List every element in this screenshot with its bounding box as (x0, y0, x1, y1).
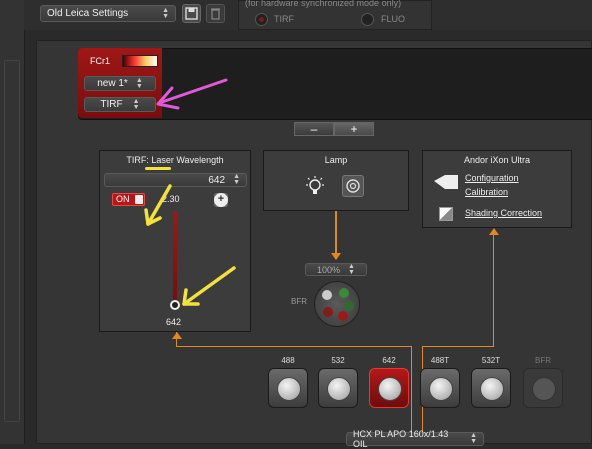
filter-label: BFR (535, 356, 551, 365)
preset-dropdown[interactable]: new 1* ▲ ▼ (84, 76, 156, 91)
configuration-link[interactable]: Configuration (465, 173, 519, 183)
side-panel-edge (4, 60, 20, 422)
up-arrowhead-icon (172, 332, 182, 339)
turret-slot-red (323, 307, 333, 317)
yellow-annotation-arrow-top (144, 184, 172, 226)
filter-label: 488T (430, 356, 450, 365)
filter-button[interactable] (420, 368, 460, 408)
lamp-panel: Lamp (263, 150, 409, 211)
calibration-link[interactable]: Calibration (465, 187, 508, 197)
filter-button[interactable] (471, 368, 511, 408)
fluo-radio[interactable] (361, 13, 374, 26)
wavelength-value: 642 (208, 174, 226, 186)
preset-value: new 1* (97, 78, 128, 89)
yellow-underline (145, 167, 171, 170)
mode-dropdown[interactable]: TIRF ▲ ▼ (84, 97, 156, 112)
camera-connector-horizontal (422, 346, 494, 347)
sync-mode-panel: (for hardware synchronized mode only) TI… (238, 0, 432, 30)
floppy-disk-icon (185, 7, 198, 20)
minus-button[interactable]: – (294, 122, 334, 136)
filter-button[interactable] (369, 368, 409, 408)
filter-cube-icon (378, 377, 402, 401)
tirf-radio[interactable] (255, 13, 268, 26)
fcr-name: FCr1 (90, 56, 110, 66)
pink-annotation-arrow (156, 78, 228, 110)
filter-label: 488 (281, 356, 295, 365)
updown-arrow-icon: ▲ ▼ (132, 97, 140, 111)
tirf-radio-label: TIRF (274, 14, 294, 24)
intensity-value: 100% (317, 264, 341, 275)
turret-slot-green (339, 288, 349, 298)
up-arrowhead-icon (489, 228, 499, 235)
filter-cube-icon (429, 377, 453, 401)
add-button[interactable]: + (214, 193, 228, 207)
updown-arrow-icon: ▲ ▼ (162, 6, 169, 20)
tirf-panel-title: TIRF: Laser Wavelength (126, 155, 224, 165)
camera-panel: Andor iXon Ultra Configuration Calibrati… (422, 150, 572, 228)
filter-turret[interactable] (314, 281, 360, 327)
turret-slot-green-2 (344, 301, 354, 311)
delete-button[interactable] (206, 4, 225, 23)
settings-dropdown-value: Old Leica Settings (47, 8, 129, 19)
zoom-controls: – + (294, 122, 376, 136)
filter-button[interactable] (318, 368, 358, 408)
radio-dot (259, 17, 264, 22)
updown-arrow-icon: ▲ ▼ (470, 432, 477, 445)
turret-slot-red-2 (338, 311, 348, 321)
shading-correction-link[interactable]: Shading Correction (465, 208, 542, 218)
slider-label: 642 (166, 317, 182, 327)
settings-dropdown[interactable]: Old Leica Settings ▲ ▼ (40, 5, 176, 22)
updown-arrow-icon: ▲ ▼ (135, 76, 143, 90)
light-bulb-icon[interactable] (304, 175, 326, 199)
shading-icon (439, 207, 453, 221)
filter-button[interactable] (268, 368, 308, 408)
tirf-connector-line (176, 346, 412, 347)
turret-label: BFR (291, 297, 307, 306)
down-arrowhead-icon (331, 253, 341, 260)
filter-label: 642 (382, 356, 396, 365)
sync-note: (for hardware synchronized mode only) (245, 0, 402, 8)
filter-cube-icon (480, 377, 504, 401)
filter-label: 532 (331, 356, 345, 365)
updown-arrow-icon: ▲ ▼ (348, 262, 355, 276)
save-button[interactable] (182, 4, 201, 23)
objective-value: HCX PL APO 160x/1.43 OIL (353, 429, 449, 449)
camera-icon (434, 175, 458, 189)
on-label: ON (116, 194, 130, 204)
camera-title: Andor iXon Ultra (463, 155, 531, 165)
intensity-dropdown[interactable]: 100% ▲ ▼ (305, 263, 367, 276)
lamp-title: Lamp (324, 155, 348, 165)
filter-cube-icon (327, 377, 351, 401)
left-side-strip (0, 0, 25, 444)
filter-cube-icon (277, 377, 301, 401)
filter-button[interactable] (523, 368, 563, 408)
turret-slot-white (322, 290, 332, 300)
filter-cube-icon (532, 377, 556, 401)
fluo-radio-label: FLUO (381, 14, 406, 24)
mode-value: TIRF (100, 99, 123, 110)
plus-button[interactable]: + (334, 122, 374, 136)
color-gradient-swatch (122, 55, 158, 67)
camera-connector-vertical (493, 232, 494, 347)
shutter-button[interactable] (342, 175, 364, 197)
updown-arrow-icon: ▲ ▼ (233, 173, 240, 186)
filter-label: 532T (481, 356, 501, 365)
shutter-icon (346, 179, 360, 193)
yellow-annotation-arrow-bottom (182, 266, 236, 306)
trash-icon (211, 8, 220, 20)
